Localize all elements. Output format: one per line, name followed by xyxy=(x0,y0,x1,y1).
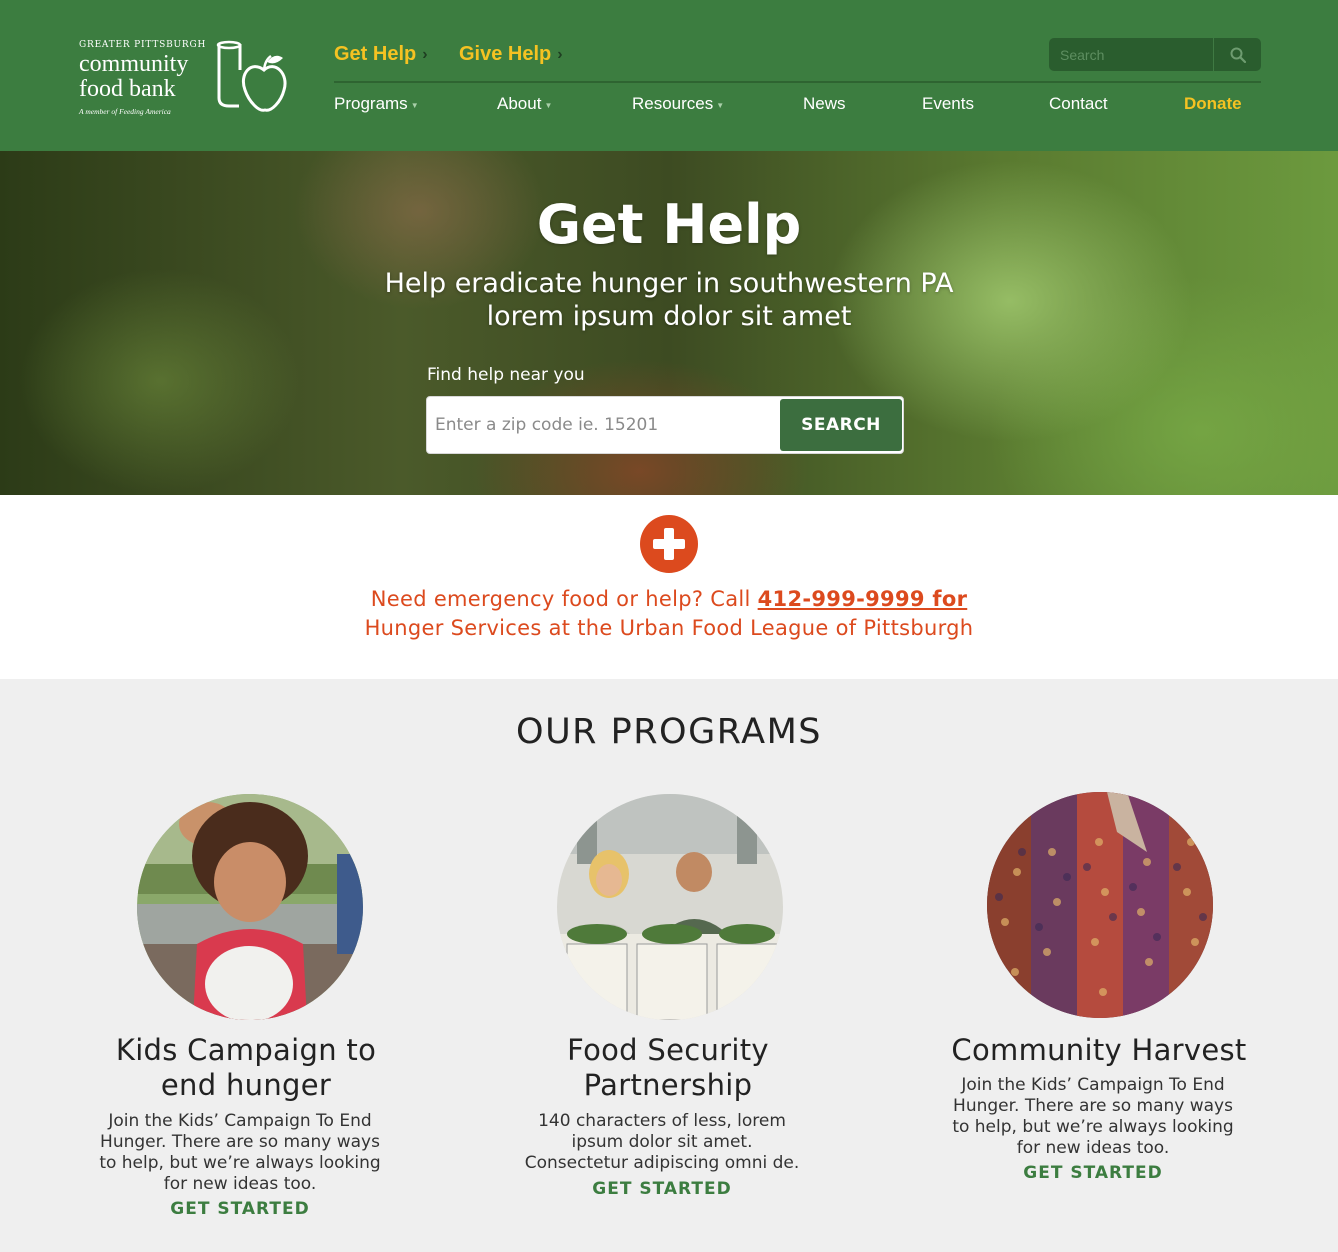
program-title: Community Harvest xyxy=(934,1033,1264,1068)
caret-down-icon: ▼ xyxy=(716,100,725,110)
nav-item-label: News xyxy=(803,94,846,113)
desc-line: to help, but we’re always looking xyxy=(952,1117,1234,1137)
program-description: Join the Kids’ Campaign To End Hunger. T… xyxy=(928,1075,1258,1159)
hero-title: Get Help xyxy=(536,193,802,256)
desc-line: Join the Kids’ Campaign To End xyxy=(961,1075,1225,1095)
program-image-kids[interactable] xyxy=(137,794,363,1020)
desc-line: to help, but we’re always looking xyxy=(99,1153,381,1173)
program-title-line1: Community Harvest xyxy=(951,1033,1247,1067)
logo-line3: food bank xyxy=(79,76,176,102)
nav-give-help-label: Give Help xyxy=(459,43,552,65)
hero-banner: Get Help Help eradicate hunger in southw… xyxy=(0,151,1338,495)
nav-item-label: Donate xyxy=(1184,94,1242,113)
program-title-line2: Partnership xyxy=(583,1068,753,1102)
logo-line2: community xyxy=(79,51,189,77)
program-title: Food Security Partnership xyxy=(503,1033,833,1103)
nav-item-label: Programs xyxy=(334,94,408,113)
nav-item-label: Resources xyxy=(632,94,714,113)
logo-line1: GREATER PITTSBURGH xyxy=(79,40,207,50)
nav-item-label: Events xyxy=(922,94,974,113)
nav-item-resources[interactable]: Resources ▼ xyxy=(632,94,724,114)
emergency-text: Need emergency food or help? Call xyxy=(370,587,758,611)
program-description: Join the Kids’ Campaign To End Hunger. T… xyxy=(75,1111,405,1195)
caret-down-icon: ▼ xyxy=(410,100,419,110)
desc-line: Consectetur adipiscing omni de. xyxy=(524,1153,800,1173)
volunteers-photo xyxy=(557,794,783,1020)
program-description: 140 characters of less, lorem ipsum dolo… xyxy=(497,1111,827,1174)
nav-get-help[interactable]: Get Help › xyxy=(334,43,428,66)
nav-item-contact[interactable]: Contact xyxy=(1049,94,1108,114)
get-started-link[interactable]: GET STARTED xyxy=(75,1199,405,1219)
program-title-line1: Food Security xyxy=(567,1033,769,1067)
site-header: GREATER PITTSBURGH community food bank A… xyxy=(0,0,1338,151)
nav-item-label: Contact xyxy=(1049,94,1108,113)
find-help-label: Find help near you xyxy=(427,365,585,385)
emergency-message: Need emergency food or help? Call 412-99… xyxy=(0,585,1338,643)
zip-code-input[interactable] xyxy=(427,397,779,453)
chevron-right-icon: › xyxy=(557,45,563,63)
nav-give-help[interactable]: Give Help › xyxy=(459,43,563,66)
zip-search-box: SEARCH xyxy=(426,396,904,454)
get-started-link[interactable]: GET STARTED xyxy=(497,1179,827,1199)
program-title-line2: end hunger xyxy=(160,1068,332,1102)
chevron-right-icon: › xyxy=(422,45,428,63)
search-icon xyxy=(1230,47,1246,63)
nav-get-help-label: Get Help xyxy=(334,43,417,65)
kids-photo xyxy=(137,794,363,1020)
desc-line: for new ideas too. xyxy=(163,1174,317,1194)
header-search-button[interactable] xyxy=(1214,38,1261,71)
nav-item-events[interactable]: Events xyxy=(922,94,974,114)
emergency-line2: Hunger Services at the Urban Food League… xyxy=(364,616,974,640)
corn-photo xyxy=(987,792,1213,1018)
desc-line: for new ideas too. xyxy=(1016,1138,1170,1158)
emergency-phone-link[interactable]: 412-999-9999 for xyxy=(758,587,968,611)
program-title: Kids Campaign to end hunger xyxy=(81,1033,411,1103)
header-search xyxy=(1049,38,1261,71)
hero-subtitle-line1: Help eradicate hunger in southwestern PA xyxy=(384,268,954,299)
logo[interactable]: GREATER PITTSBURGH community food bank A… xyxy=(79,40,289,120)
desc-line: Hunger. There are so many ways xyxy=(953,1096,1233,1116)
desc-line: Hunger. There are so many ways xyxy=(100,1132,380,1152)
logo-tagline: A member of Feeding America xyxy=(79,107,171,116)
zip-search-button[interactable]: SEARCH xyxy=(780,399,902,451)
nav-item-programs[interactable]: Programs ▼ xyxy=(334,94,419,114)
plus-icon xyxy=(640,515,698,573)
nav-item-donate[interactable]: Donate xyxy=(1184,94,1242,114)
nav-item-news[interactable]: News xyxy=(803,94,846,114)
desc-line: Join the Kids’ Campaign To End xyxy=(108,1111,372,1131)
program-image-food-security[interactable] xyxy=(557,794,783,1020)
program-image-harvest[interactable] xyxy=(987,792,1213,1018)
hero-subtitle: Help eradicate hunger in southwestern PA… xyxy=(0,267,1338,333)
caret-down-icon: ▼ xyxy=(544,100,553,110)
nav-divider xyxy=(334,81,1261,83)
desc-line: 140 characters of less, lorem xyxy=(538,1111,786,1131)
desc-line: ipsum dolor sit amet. xyxy=(571,1132,753,1152)
hero-subtitle-line2: lorem ipsum dolor sit amet xyxy=(486,301,852,332)
nav-item-about[interactable]: About ▼ xyxy=(497,94,552,114)
header-search-input[interactable] xyxy=(1049,38,1213,71)
logo-can-apple-icon xyxy=(216,40,287,112)
program-title-line1: Kids Campaign to xyxy=(115,1033,377,1067)
emergency-section: Need emergency food or help? Call 412-99… xyxy=(0,495,1338,679)
nav-item-label: About xyxy=(497,94,542,113)
get-started-link[interactable]: GET STARTED xyxy=(928,1163,1258,1183)
programs-heading: OUR PROGRAMS xyxy=(516,712,822,752)
emergency-line1: Need emergency food or help? Call 412-99… xyxy=(0,585,1338,614)
